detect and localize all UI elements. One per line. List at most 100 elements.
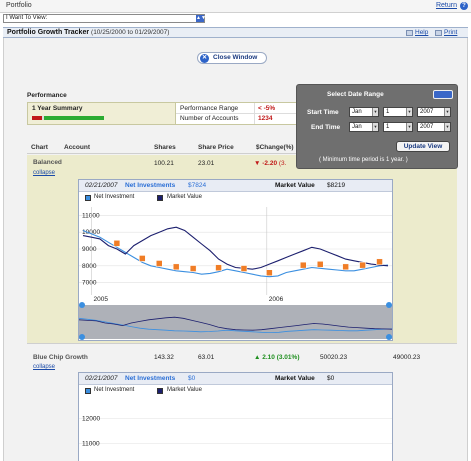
chevron-down-icon: ▼ bbox=[372, 108, 378, 116]
header-account: Account bbox=[64, 144, 90, 151]
chevron-down-icon: ▼ bbox=[444, 108, 450, 116]
blue-chip-line-chart[interactable]: 12000 11000 bbox=[79, 396, 392, 460]
y-tick-label: 11000 bbox=[82, 441, 100, 448]
x-tick-label: 2006 bbox=[269, 296, 284, 303]
return-link[interactable]: Return bbox=[436, 2, 457, 9]
transaction-marker bbox=[266, 269, 273, 276]
transaction-marker bbox=[300, 261, 307, 269]
end-month-select[interactable]: Jan ▼ bbox=[349, 122, 379, 132]
print-icon[interactable] bbox=[435, 30, 442, 36]
fund-name: Balanced bbox=[33, 159, 62, 166]
header-share-price: Share Price bbox=[198, 144, 234, 151]
net-investments-label: Net Investments bbox=[125, 182, 176, 189]
start-day-select[interactable]: 1 ▼ bbox=[383, 107, 413, 117]
balanced-line-chart[interactable]: 11000100009000800070002005 2006 bbox=[79, 203, 392, 340]
start-year-select[interactable]: 2007 ▼ bbox=[417, 107, 451, 117]
fund-value-b: 49000.23 bbox=[393, 354, 421, 361]
one-year-summary: 1 Year Summary bbox=[28, 103, 176, 124]
transaction-marker bbox=[156, 260, 163, 267]
print-link[interactable]: Print bbox=[444, 29, 457, 36]
performance-bar bbox=[32, 116, 104, 120]
legend-market-label: Market Value bbox=[167, 387, 202, 393]
fund-name: Blue Chip Growth bbox=[33, 354, 88, 361]
tracker-title: Portfolio Growth Tracker (10/25/2000 to … bbox=[7, 29, 169, 36]
start-month-value: Jan bbox=[352, 109, 362, 115]
chart-date: 02/21/2007 bbox=[85, 375, 118, 382]
y-tick-label: 8000 bbox=[82, 263, 97, 270]
accounts-label: Number of Accounts bbox=[180, 115, 239, 122]
fund-shares: 143.32 bbox=[154, 354, 174, 361]
fund-change: ▼ -2.20 (3. bbox=[254, 160, 287, 167]
end-day-select[interactable]: 1 ▼ bbox=[383, 122, 413, 132]
window-title: Portfolio bbox=[6, 2, 32, 9]
header-chart: Chart bbox=[31, 144, 48, 151]
help-link[interactable]: Help bbox=[415, 29, 428, 36]
transaction-marker bbox=[376, 258, 383, 266]
net-investments-label: Net Investments bbox=[125, 375, 176, 382]
transaction-marker bbox=[189, 265, 197, 272]
update-view-button[interactable]: Update View bbox=[396, 141, 450, 152]
collapse-link[interactable]: collapse bbox=[33, 364, 55, 370]
collapse-link[interactable]: collapse bbox=[33, 170, 55, 176]
chart-legend: Net Investment Market Value bbox=[79, 385, 392, 396]
transaction-marker bbox=[113, 240, 121, 247]
popup-title: Select Date Range bbox=[327, 91, 384, 98]
fund-change: ▲ 2.10 (3.01%) bbox=[254, 354, 300, 361]
performance-bar-negative bbox=[32, 116, 43, 120]
i-want-to-view-select[interactable]: I Want To View: ▲▼ bbox=[3, 14, 206, 23]
end-year-select[interactable]: 2007 ▼ bbox=[417, 122, 451, 132]
chevron-down-icon: ▼ bbox=[406, 123, 412, 131]
end-time-label: End Time bbox=[311, 124, 341, 131]
balanced-chart: 02/21/2007 Net Investments $7824 Market … bbox=[78, 179, 393, 341]
net-investments-value: $0 bbox=[188, 375, 196, 382]
transaction-marker bbox=[172, 263, 180, 271]
transaction-marker bbox=[240, 265, 248, 272]
calendar-icon[interactable] bbox=[433, 90, 453, 99]
tracker-header: Portfolio Growth Tracker (10/25/2000 to … bbox=[3, 27, 468, 38]
x-tick-label: 2005 bbox=[94, 296, 109, 303]
chevron-down-icon: ▼ bbox=[372, 123, 378, 131]
transaction-marker bbox=[215, 264, 222, 271]
y-tick-label: 12000 bbox=[82, 416, 100, 423]
market-value-label: Market Value bbox=[275, 182, 315, 189]
chevron-down-icon: ▼ bbox=[444, 123, 450, 131]
end-day-value: 1 bbox=[386, 124, 390, 130]
transaction-marker bbox=[342, 263, 349, 271]
range-handle-left-bottom bbox=[79, 334, 85, 340]
summary-label: 1 Year Summary bbox=[32, 105, 83, 112]
accounts-value: 1234 bbox=[258, 115, 273, 122]
chart-legend: Net Investment Market Value bbox=[79, 192, 392, 203]
performance-summary: 1 Year Summary Performance Range < -5% N… bbox=[27, 102, 299, 125]
end-month-value: Jan bbox=[352, 124, 362, 130]
legend-swatch-net bbox=[85, 195, 91, 201]
start-month-select[interactable]: Jan ▼ bbox=[349, 107, 379, 117]
market-value-label: Market Value bbox=[275, 375, 315, 382]
help-doc-icon[interactable] bbox=[406, 30, 413, 36]
transaction-marker bbox=[139, 255, 146, 262]
legend-net-label: Net Investment bbox=[94, 387, 135, 393]
fund-value-a: 50020.23 bbox=[320, 354, 348, 361]
range-handle-right bbox=[386, 302, 392, 308]
close-window-button[interactable]: ✕ Close Window bbox=[197, 52, 267, 64]
header-change: $Change(%) bbox=[256, 144, 294, 151]
series-line-net-investment bbox=[82, 229, 389, 278]
range-handle-left bbox=[79, 302, 85, 308]
chart-date: 02/21/2007 bbox=[85, 182, 118, 189]
fund-change-value: -2.20 bbox=[262, 160, 278, 167]
fund-change-value: 2.10 bbox=[262, 354, 275, 361]
fund-share-price: 23.01 bbox=[198, 160, 215, 167]
help-icon[interactable]: ? bbox=[460, 2, 468, 10]
market-value-value: $8219 bbox=[327, 182, 346, 189]
fund-share-price: 63.01 bbox=[198, 354, 215, 361]
window-title-bar: Portfolio Return ? bbox=[0, 0, 471, 13]
performance-heading: Performance bbox=[27, 92, 67, 99]
end-year-value: 2007 bbox=[420, 124, 434, 130]
transaction-marker bbox=[359, 261, 366, 269]
chart-header: 02/21/2007 Net Investments $7824 Market … bbox=[79, 180, 392, 192]
legend-swatch-market bbox=[157, 388, 163, 394]
series-line-market-value bbox=[82, 226, 389, 270]
y-tick-label: 9000 bbox=[82, 246, 97, 253]
tracker-title-text: Portfolio Growth Tracker bbox=[7, 29, 90, 36]
y-tick-label: 7000 bbox=[82, 280, 97, 287]
chevron-down-icon[interactable]: ▲▼ bbox=[196, 15, 206, 22]
